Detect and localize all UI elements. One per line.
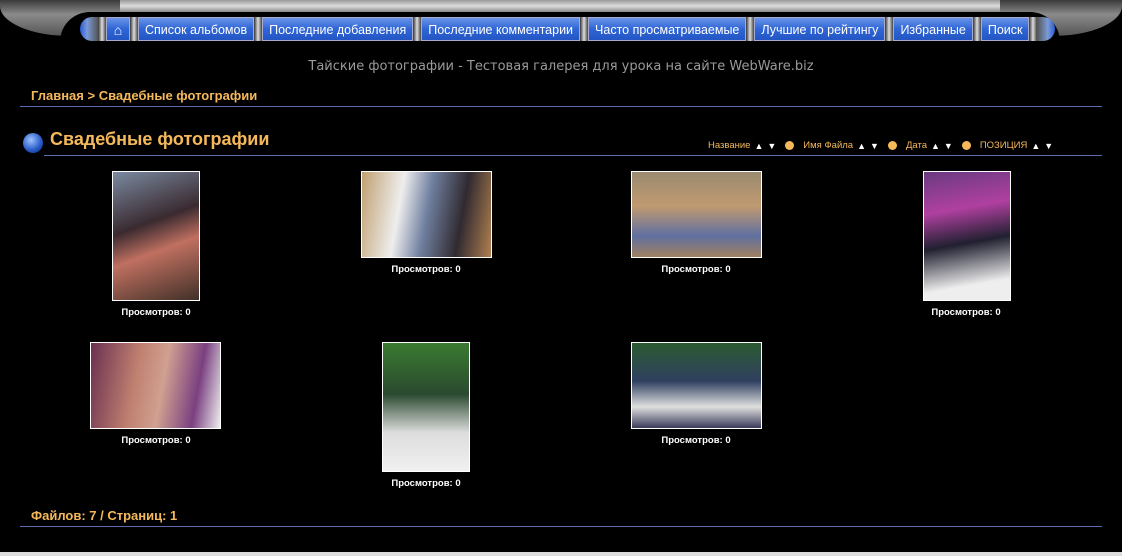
sort-title-desc[interactable]: ▼ bbox=[767, 141, 776, 151]
view-count: Просмотров: 0 bbox=[121, 307, 191, 318]
site-subtitle: Тайские фотографии - Тестовая галерея дл… bbox=[308, 59, 814, 74]
bottom-strip bbox=[0, 552, 1122, 556]
nav-sep bbox=[746, 17, 755, 41]
sort-position-label: ПОЗИЦИЯ bbox=[979, 140, 1028, 151]
nav-most-viewed[interactable]: Часто просматриваемые bbox=[588, 17, 747, 41]
title-underline bbox=[44, 155, 1102, 156]
sort-date-asc[interactable]: ▲ bbox=[931, 141, 940, 151]
nav-sep bbox=[130, 17, 138, 41]
sort-title-asc[interactable]: ▲ bbox=[754, 141, 763, 151]
album-title: Свадебные фотографии bbox=[50, 129, 270, 149]
nav-sep bbox=[413, 17, 422, 41]
view-count: Просмотров: 0 bbox=[121, 435, 191, 446]
photo-thumbnail[interactable] bbox=[361, 171, 492, 258]
view-count: Просмотров: 0 bbox=[661, 435, 731, 446]
nav-last-comments[interactable]: Последние комментарии bbox=[421, 17, 581, 41]
nav-sep bbox=[254, 17, 263, 41]
bullet-icon bbox=[887, 141, 897, 150]
breadcrumb-current[interactable]: Свадебные фотографии bbox=[99, 88, 257, 103]
view-count: Просмотров: 0 bbox=[391, 478, 461, 489]
sort-position-desc[interactable]: ▼ bbox=[1044, 141, 1053, 151]
nav-cap-right bbox=[1037, 17, 1056, 41]
nav-album-list[interactable]: Список альбомов bbox=[138, 17, 255, 41]
view-count: Просмотров: 0 bbox=[931, 307, 1001, 318]
nav-sep bbox=[972, 17, 981, 41]
nav-last-uploads[interactable]: Последние добавления bbox=[262, 17, 414, 41]
sort-date-desc[interactable]: ▼ bbox=[944, 141, 953, 151]
sort-date-label: Дата bbox=[905, 140, 927, 151]
files-pages-count: Файлов: 7 / Страниц: 1 bbox=[31, 508, 178, 523]
photo-thumbnail[interactable] bbox=[382, 342, 470, 472]
bullet-icon bbox=[785, 141, 795, 150]
house-icon: ⌂ bbox=[113, 22, 123, 38]
nav-top-rated[interactable]: Лучшие по рейтингу bbox=[754, 17, 886, 41]
nav-sep bbox=[580, 17, 589, 41]
photo-thumbnail[interactable] bbox=[923, 171, 1011, 301]
sort-filename-label: Имя Файла bbox=[803, 140, 854, 151]
nav-sep bbox=[98, 17, 106, 41]
sort-bar: Название ▲ ▼ Имя Файла ▲ ▼ Дата ▲ ▼ ПОЗИ… bbox=[708, 140, 1053, 151]
orb-icon bbox=[23, 133, 43, 153]
nav-sep bbox=[885, 17, 894, 41]
main-nav: ⌂ Список альбомов Последние добавления П… bbox=[80, 16, 1056, 42]
photo-thumbnail[interactable] bbox=[631, 171, 762, 258]
sort-filename-desc[interactable]: ▼ bbox=[870, 141, 879, 151]
breadcrumb-sep: > bbox=[87, 88, 96, 103]
bullet-icon bbox=[961, 141, 971, 150]
divider bbox=[20, 106, 1102, 107]
header-frame: ⌂ Список альбомов Последние добавления П… bbox=[0, 0, 1122, 50]
sort-filename-asc[interactable]: ▲ bbox=[857, 141, 866, 151]
home-button[interactable]: ⌂ bbox=[106, 17, 130, 41]
photo-thumbnail[interactable] bbox=[631, 342, 762, 429]
photo-thumbnail[interactable] bbox=[90, 342, 221, 429]
nav-favorites[interactable]: Избранные bbox=[893, 17, 973, 41]
sort-title-label: Название bbox=[708, 140, 751, 151]
nav-search[interactable]: Поиск bbox=[980, 17, 1030, 41]
breadcrumb: Главная > Свадебные фотографии bbox=[31, 88, 257, 103]
sort-position-asc[interactable]: ▲ bbox=[1031, 141, 1040, 151]
nav-sep bbox=[1029, 17, 1038, 41]
nav-cap-left bbox=[80, 17, 98, 41]
divider bbox=[20, 526, 1102, 527]
breadcrumb-home[interactable]: Главная bbox=[31, 88, 84, 103]
view-count: Просмотров: 0 bbox=[391, 264, 461, 275]
view-count: Просмотров: 0 bbox=[661, 264, 731, 275]
photo-thumbnail[interactable] bbox=[112, 171, 200, 301]
